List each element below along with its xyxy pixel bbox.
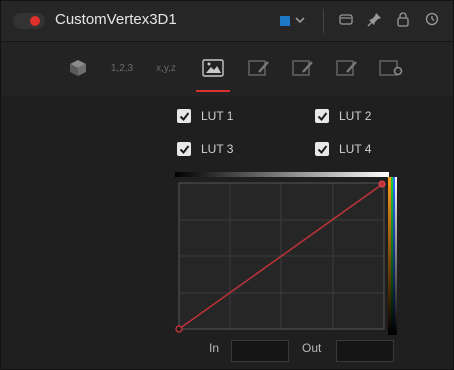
lut3-checkbox[interactable]: LUT 3: [177, 142, 233, 156]
tab-settings[interactable]: [374, 54, 408, 82]
tab-edit-1[interactable]: [242, 54, 276, 82]
blue-gradient-bar: [393, 177, 395, 335]
lut2-checkbox[interactable]: LUT 2: [315, 109, 371, 123]
active-tab-indicator: [196, 90, 230, 92]
tool-title: CustomVertex3D1: [55, 11, 177, 28]
tab-edit-3[interactable]: [330, 54, 364, 82]
tool-panel: CustomVertex3D1 1,2,3 x,y,z LUT 1 LUT 2 …: [0, 0, 454, 370]
luma-gradient-bar: [395, 177, 397, 335]
in-label: In: [209, 341, 220, 355]
lut1-label: LUT 1: [201, 109, 234, 123]
enable-dot: [30, 16, 40, 26]
inspector-tabs: 1,2,3 x,y,z: [1, 42, 453, 96]
window-icon[interactable]: [338, 11, 354, 33]
lut-curve-editor[interactable]: [171, 171, 407, 342]
checkmark-icon: [177, 109, 191, 123]
input-gradient-bar: [175, 172, 389, 177]
lock-icon[interactable]: [395, 11, 411, 33]
pin-icon[interactable]: [367, 11, 383, 33]
green-gradient-bar: [391, 177, 393, 335]
in-value-field[interactable]: [231, 340, 289, 362]
lut4-checkbox[interactable]: LUT 4: [315, 142, 371, 156]
tab-edit-2[interactable]: [286, 54, 320, 82]
panel-header: CustomVertex3D1: [1, 1, 453, 42]
tab-xyz[interactable]: x,y,z: [149, 54, 183, 82]
lut3-label: LUT 3: [201, 142, 234, 156]
red-gradient-bar: [388, 177, 391, 335]
header-divider: [323, 9, 324, 33]
tab-numbered[interactable]: 1,2,3: [105, 54, 139, 82]
out-label: Out: [302, 341, 322, 355]
checkmark-icon: [177, 142, 191, 156]
tab-3d[interactable]: [61, 54, 95, 82]
lut4-label: LUT 4: [339, 142, 372, 156]
lut2-label: LUT 2: [339, 109, 372, 123]
reset-icon[interactable]: [424, 11, 440, 33]
enable-toggle[interactable]: [13, 13, 45, 29]
tab-image[interactable]: [196, 54, 230, 82]
tab-xyz-label: x,y,z: [156, 62, 176, 74]
checkmark-icon: [315, 142, 329, 156]
curve-end-point[interactable]: [378, 180, 386, 188]
color-chip[interactable]: [280, 16, 290, 26]
curve-start-point[interactable]: [175, 325, 183, 333]
chevron-down-icon[interactable]: [294, 12, 306, 32]
curve-graph[interactable]: [171, 171, 407, 337]
out-value-field[interactable]: [336, 340, 394, 362]
checkmark-icon: [315, 109, 329, 123]
lut1-checkbox[interactable]: LUT 1: [177, 109, 233, 123]
tab-numbered-label: 1,2,3: [110, 62, 134, 74]
